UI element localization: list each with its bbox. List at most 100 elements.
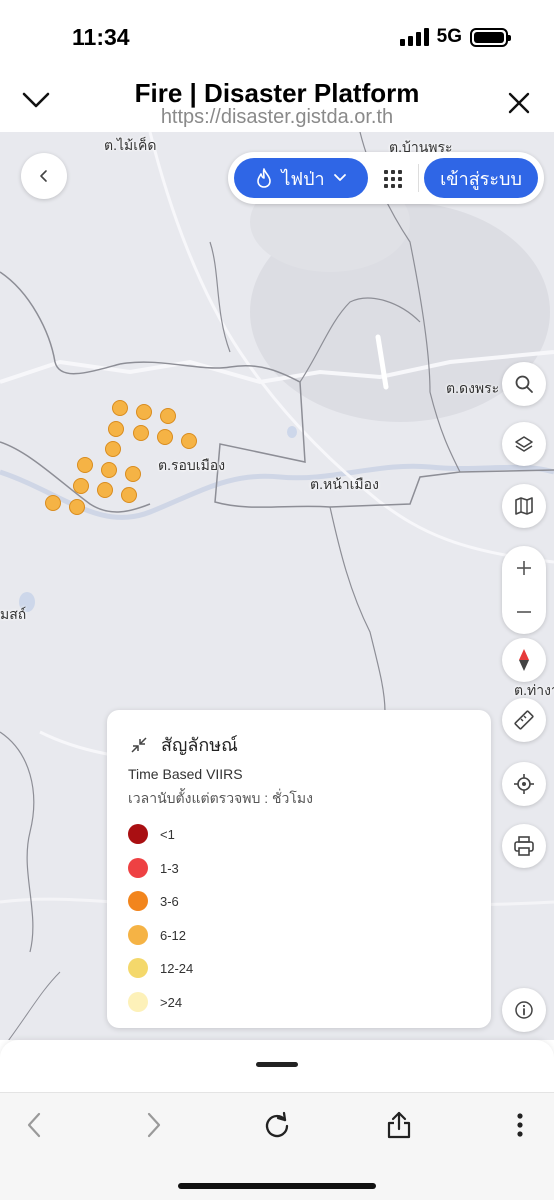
battery-icon — [470, 27, 511, 47]
place-label: ต.หน้าเมือง — [310, 476, 379, 492]
share-icon — [387, 1111, 411, 1139]
legend-item: 1-3 — [128, 858, 179, 878]
ruler-icon — [514, 710, 534, 730]
legend-item: <1 — [128, 824, 175, 844]
browser-toolbar — [0, 1092, 554, 1200]
search-icon — [515, 375, 533, 393]
compass-button[interactable] — [502, 638, 546, 682]
status-indicators: 5G — [399, 26, 511, 48]
legend-caption: เวลานับตั้งแต่ตรวจพบ : ชั่วโมง — [128, 790, 313, 806]
collapse-icon[interactable] — [131, 736, 147, 753]
legend-header: สัญลักษณ์ — [131, 730, 238, 759]
reload-button[interactable] — [257, 1107, 297, 1143]
fire-hotspot[interactable] — [108, 421, 124, 437]
fire-hotspot[interactable] — [157, 429, 173, 445]
map-icon — [515, 497, 533, 515]
map-topbar: ไฟป่า เข้าสู่ระบบ — [228, 152, 544, 204]
print-button[interactable] — [502, 824, 546, 868]
legend-swatch — [128, 858, 148, 878]
fire-hotspot[interactable] — [160, 408, 176, 424]
measure-button[interactable] — [502, 698, 546, 742]
locate-icon — [514, 774, 534, 794]
legend-item: 12-24 — [128, 958, 193, 978]
zoom-control — [502, 546, 546, 634]
layer-select-button[interactable]: ไฟป่า — [234, 158, 368, 198]
fire-hotspot[interactable] — [101, 462, 117, 478]
fire-hotspot[interactable] — [121, 487, 137, 503]
legend-item: >24 — [128, 992, 182, 1012]
basemap-button[interactable] — [502, 484, 546, 528]
fire-hotspot[interactable] — [105, 441, 121, 457]
legend-panel: สัญลักษณ์ Time Based VIIRS เวลานับตั้งแต… — [107, 710, 491, 1028]
map-back-button[interactable] — [21, 153, 67, 199]
fire-hotspot[interactable] — [97, 482, 113, 498]
topbar-divider — [418, 164, 419, 192]
share-button[interactable] — [379, 1107, 419, 1143]
forward-icon — [147, 1112, 161, 1138]
apps-grid-icon[interactable] — [378, 164, 408, 194]
zoom-in-icon[interactable] — [502, 546, 546, 590]
fire-hotspot[interactable] — [133, 425, 149, 441]
reload-icon — [265, 1111, 289, 1138]
legend-swatch — [128, 958, 148, 978]
page-url: https://disaster.gistda.or.th — [160, 106, 394, 128]
zoom-out-icon[interactable] — [502, 590, 546, 634]
fire-hotspot[interactable] — [73, 478, 89, 494]
signal-icon — [399, 28, 429, 46]
home-indicator — [178, 1183, 376, 1189]
layer-select-label: ไฟป่า — [281, 168, 325, 189]
legend-label: 12-24 — [160, 960, 194, 976]
place-label: ต.รอบเมือง — [158, 457, 226, 473]
legend-swatch — [128, 824, 148, 844]
fire-hotspot[interactable] — [45, 495, 61, 511]
fire-hotspot[interactable] — [136, 404, 152, 420]
legend-swatch — [128, 992, 148, 1012]
legend-subtitle: Time Based VIIRS — [128, 766, 243, 782]
fire-hotspot[interactable] — [69, 499, 85, 515]
fire-hotspot[interactable] — [112, 400, 128, 416]
place-label: มสถ์ — [0, 606, 27, 622]
print-icon — [514, 836, 534, 856]
legend-item: 3-6 — [128, 891, 179, 911]
chevron-down-icon — [333, 174, 346, 181]
locate-button[interactable] — [502, 762, 546, 806]
bottom-sheet[interactable] — [0, 1040, 554, 1092]
status-time: 11:34 — [72, 24, 130, 50]
status-bar: 11:34 5G — [0, 0, 554, 72]
more-button[interactable] — [500, 1107, 540, 1143]
legend-swatch — [128, 925, 148, 945]
legend-swatch — [128, 891, 148, 911]
browser-header: Fire | Disaster Platform https://disaste… — [0, 72, 554, 132]
layers-button[interactable] — [502, 422, 546, 466]
more-icon — [517, 1113, 523, 1137]
back-icon — [27, 1112, 41, 1138]
map-canvas[interactable]: ต.ไม้เค็ด ต.บ้านพระ ต.ดงพระ ต.รอบเมือง ต… — [0, 132, 554, 1040]
sheet-handle[interactable] — [256, 1062, 298, 1067]
flame-icon — [257, 168, 272, 188]
fire-hotspot[interactable] — [125, 466, 141, 482]
legend-label: 3-6 — [160, 893, 179, 909]
network-type: 5G — [436, 26, 462, 47]
legend-label: 1-3 — [160, 860, 179, 876]
login-button[interactable]: เข้าสู่ระบบ — [424, 158, 538, 198]
info-button[interactable] — [502, 988, 546, 1032]
layers-icon — [515, 436, 533, 452]
compass-icon — [519, 649, 529, 671]
chevron-left-icon — [40, 170, 47, 182]
legend-label: <1 — [160, 826, 175, 842]
fire-hotspot[interactable] — [77, 457, 93, 473]
page-title: Fire | Disaster Platform — [134, 78, 420, 108]
legend-label: >24 — [160, 994, 183, 1010]
fire-hotspot[interactable] — [181, 433, 197, 449]
back-button[interactable] — [14, 1107, 54, 1143]
place-label: ต.ไม้เค็ด — [104, 137, 157, 153]
legend-title: สัญลักษณ์ — [161, 735, 238, 755]
legend-label: 6-12 — [160, 927, 187, 943]
search-button[interactable] — [502, 362, 546, 406]
place-label: ต.ดงพระ — [446, 380, 500, 396]
legend-item: 6-12 — [128, 925, 186, 945]
forward-button[interactable] — [134, 1107, 174, 1143]
login-label: เข้าสู่ระบบ — [440, 168, 522, 189]
info-icon — [515, 1001, 533, 1019]
close-icon[interactable] — [508, 92, 530, 114]
